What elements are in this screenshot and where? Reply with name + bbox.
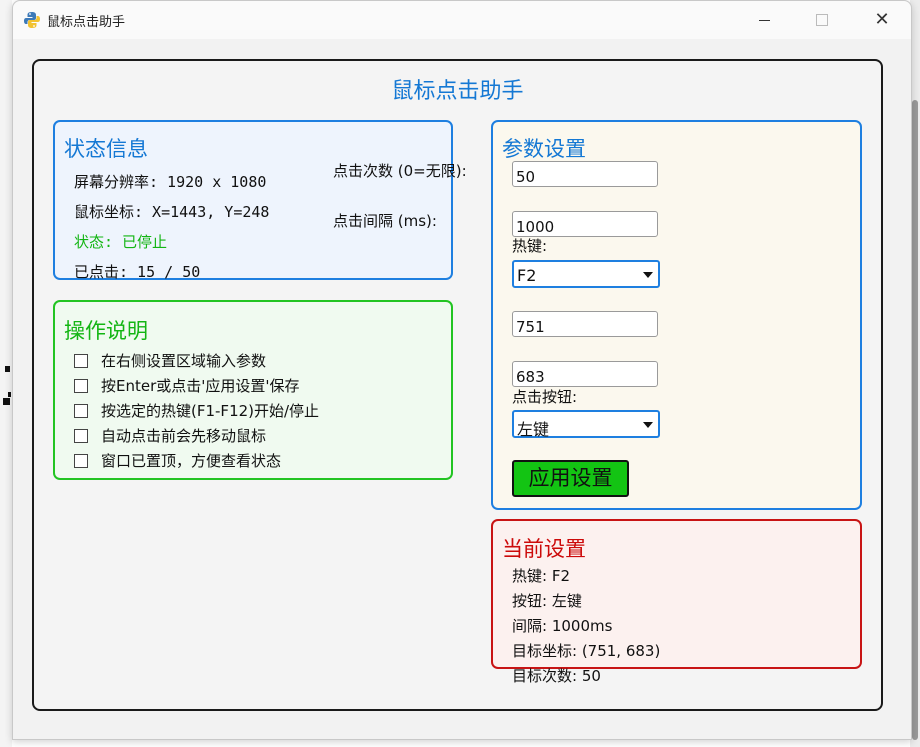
- checkbox[interactable]: [74, 453, 88, 468]
- window-title: 鼠标点击助手: [47, 15, 126, 30]
- instruction-text: 自动点击前会先移动鼠标: [101, 427, 267, 445]
- hotkey-selected-value: F2: [517, 266, 537, 285]
- instruction-item: 窗口已置顶，方便查看状态: [74, 450, 281, 471]
- current-settings-title: 当前设置: [502, 537, 586, 561]
- hotkey-select[interactable]: F2: [512, 260, 660, 288]
- instructions-panel: 操作说明 在右侧设置区域输入参数 按Enter或点击'应用设置'保存 按选定的热…: [53, 300, 453, 480]
- apply-settings-button[interactable]: 应用设置: [512, 460, 629, 497]
- main-frame: 鼠标点击助手 状态信息 屏幕分辨率: 1920 x 1080 鼠标坐标: X=1…: [32, 59, 883, 711]
- title-bar[interactable]: 鼠标点击助手 ✕: [13, 1, 911, 39]
- checkbox[interactable]: [74, 428, 88, 443]
- close-button[interactable]: ✕: [859, 1, 905, 39]
- desktop-fragment: [3, 398, 10, 405]
- instruction-item: 自动点击前会先移动鼠标: [74, 425, 266, 446]
- desktop-fragment: [5, 366, 10, 372]
- click-interval-input[interactable]: 1000: [512, 211, 658, 237]
- click-button-select[interactable]: 左键: [512, 410, 660, 439]
- background-scrollbar[interactable]: [912, 100, 918, 740]
- chevron-down-icon: [643, 422, 653, 428]
- close-icon: ✕: [874, 9, 890, 30]
- click-button-selected-value: 左键: [517, 420, 550, 439]
- screen-resolution: 屏幕分辨率: 1920 x 1080: [74, 173, 267, 191]
- minimize-icon: [758, 19, 770, 21]
- instruction-text: 按Enter或点击'应用设置'保存: [101, 377, 300, 395]
- instruction-text: 在右侧设置区域输入参数: [101, 352, 267, 370]
- instruction-text: 窗口已置顶，方便查看状态: [101, 452, 282, 470]
- instruction-item: 按选定的热键(F1-F12)开始/停止: [74, 400, 319, 421]
- app-window: 鼠标点击助手 ✕ 鼠标点击助手 状态信息 屏幕分辨率: 1920 x 1080 …: [12, 0, 912, 740]
- instruction-item: 在右侧设置区域输入参数: [74, 350, 266, 371]
- maximize-button[interactable]: [799, 1, 845, 39]
- chevron-down-icon: [643, 272, 653, 278]
- maximize-icon: [816, 14, 828, 26]
- params-title: 参数设置: [502, 137, 586, 161]
- client-area: 鼠标点击助手 状态信息 屏幕分辨率: 1920 x 1080 鼠标坐标: X=1…: [13, 39, 911, 739]
- target-y-input[interactable]: 683: [512, 361, 658, 387]
- instructions-title: 操作说明: [64, 319, 148, 343]
- status-panel: 状态信息 屏幕分辨率: 1920 x 1080 鼠标坐标: X=1443, Y=…: [53, 120, 453, 281]
- status-title: 状态信息: [64, 137, 148, 161]
- run-state: 状态: 已停止: [74, 233, 168, 251]
- click-count-input[interactable]: 50: [512, 161, 658, 187]
- desktop-background-left: [0, 0, 12, 747]
- instruction-text: 按选定的热键(F1-F12)开始/停止: [101, 402, 320, 420]
- page-title: 鼠标点击助手: [391, 79, 524, 104]
- current-settings-panel: 当前设置 热键: F2 按钮: 左键 间隔: 1000ms 目标坐标: (751…: [491, 519, 862, 685]
- current-interval: 间隔: 1000ms: [512, 617, 613, 635]
- minimize-button[interactable]: [741, 1, 787, 39]
- hotkey-label: 热键:: [512, 237, 548, 255]
- target-x-input[interactable]: 751: [512, 311, 658, 337]
- mouse-coordinates: 鼠标坐标: X=1443, Y=248: [74, 203, 270, 221]
- checkbox[interactable]: [74, 378, 88, 393]
- current-target: 目标坐标: (751, 683): [512, 642, 661, 660]
- checkbox[interactable]: [74, 353, 88, 368]
- python-icon: [24, 12, 40, 28]
- click-interval-label: 点击间隔 (ms):: [333, 212, 437, 230]
- current-count: 目标次数: 50: [512, 667, 601, 685]
- params-panel: 参数设置 50 1000 热键: F2 751 683 点击按钮: 左键 应用设…: [491, 120, 862, 510]
- click-progress: 已点击: 15 / 50: [74, 263, 201, 281]
- instruction-item: 按Enter或点击'应用设置'保存: [74, 375, 300, 396]
- current-button: 按钮: 左键: [512, 592, 582, 610]
- current-hotkey: 热键: F2: [512, 567, 570, 585]
- click-button-label: 点击按钮:: [512, 388, 578, 406]
- desktop-fragment: [8, 392, 11, 397]
- click-count-label: 点击次数 (0=无限):: [333, 162, 467, 180]
- checkbox[interactable]: [74, 403, 88, 418]
